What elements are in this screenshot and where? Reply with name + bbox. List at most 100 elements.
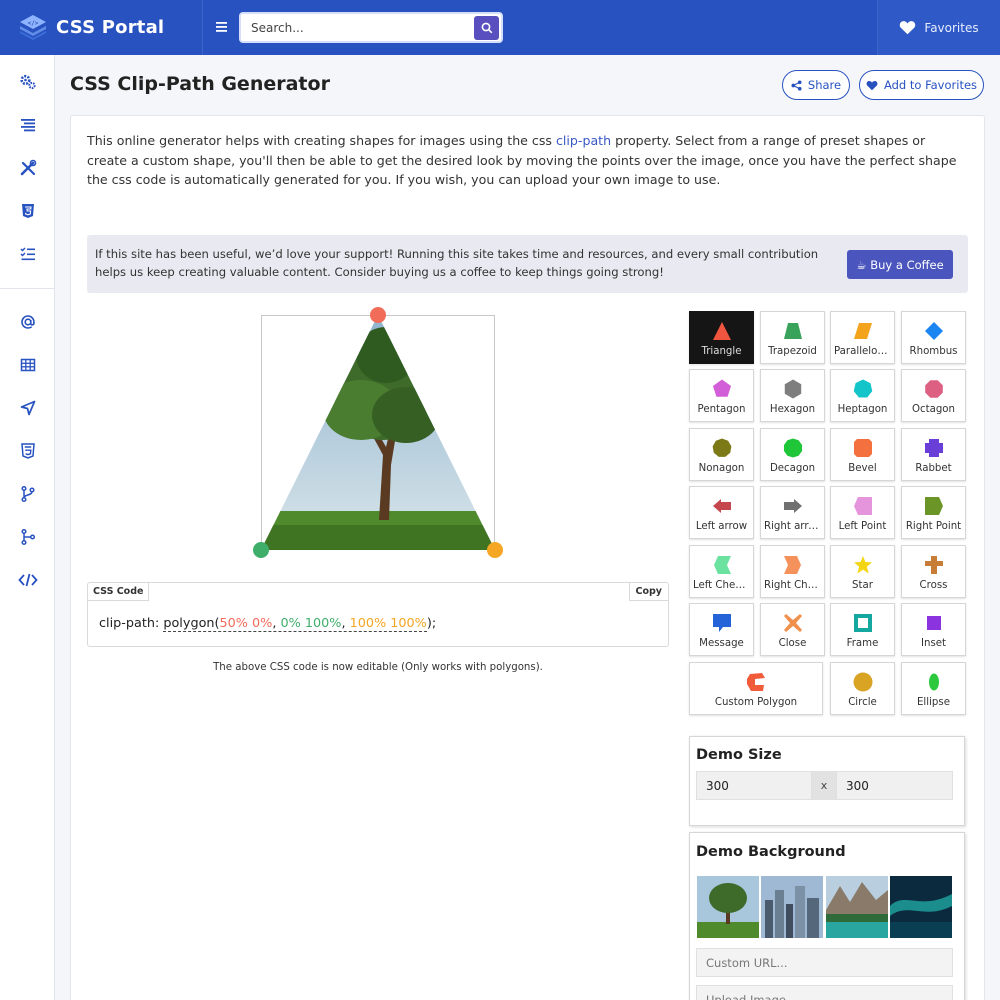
sidebar-item-send[interactable] (0, 389, 55, 427)
heptagon-shape-icon (853, 379, 873, 399)
sidebar-item-align[interactable] (0, 106, 55, 144)
logo[interactable]: </> CSS Portal (18, 13, 164, 41)
sidebar-item-merge[interactable] (0, 518, 55, 556)
demo-size-title: Demo Size (696, 747, 782, 763)
add-to-favorites-button[interactable]: Add to Favorites (859, 70, 984, 100)
shape-label: Frame (846, 638, 879, 649)
shape-message[interactable]: Message (689, 603, 754, 656)
shape-inset[interactable]: Inset (901, 603, 966, 656)
hexagon-shape-icon (783, 379, 803, 399)
send-icon (20, 400, 35, 416)
code-property: clip-path: (99, 616, 164, 631)
shape-rhombus[interactable]: Rhombus (901, 311, 966, 364)
shape-label: Inset (920, 638, 947, 649)
sidebar-item-tools[interactable] (0, 149, 55, 187)
css3-icon (20, 443, 35, 459)
shape-label: Rhombus (909, 346, 958, 357)
shape-star[interactable]: Star (830, 545, 895, 598)
sidebar-item-html[interactable] (0, 192, 55, 230)
shape-right-arrow[interactable]: Right arrow (760, 486, 825, 539)
octagon-shape-icon (924, 379, 944, 399)
shape-label: Hexagon (769, 404, 816, 415)
search-input[interactable] (251, 18, 471, 38)
sidebar-item-checklist[interactable] (0, 235, 55, 273)
search-button[interactable] (474, 16, 499, 40)
size-separator: x (812, 771, 836, 800)
sidebar-item-table[interactable] (0, 346, 55, 384)
bg-thumb-mountain-lake[interactable] (826, 876, 888, 938)
shape-triangle[interactable]: Triangle (689, 311, 754, 364)
bg-thumb-aurora[interactable] (890, 876, 952, 938)
custom-url-input[interactable] (696, 948, 953, 977)
shape-label: Left Point (838, 521, 887, 532)
shape-label: Ellipse (917, 697, 950, 708)
sidebar-item-generators[interactable] (0, 63, 55, 101)
shape-pentagon[interactable]: Pentagon (689, 369, 754, 422)
shape-right-point[interactable]: Right Point (901, 486, 966, 539)
shape-bevel[interactable]: Bevel (830, 428, 895, 481)
shape-label: Cross (919, 580, 948, 591)
code-icon (17, 573, 38, 587)
buy-coffee-button[interactable]: ☕ Buy a Coffee (847, 250, 953, 279)
sidebar-item-at-rules[interactable] (0, 303, 55, 341)
git-branch-icon (20, 485, 35, 503)
shape-octagon[interactable]: Octagon (901, 369, 966, 422)
page-title: CSS Clip-Path Generator (70, 73, 330, 95)
css-code-line[interactable]: clip-path: polygon(50% 0%, 0% 100%, 100%… (99, 616, 436, 632)
right-chevron-shape-icon (783, 555, 803, 575)
shape-right-chevron[interactable]: Right Chevron (760, 545, 825, 598)
bg-thumb-city[interactable] (761, 876, 823, 938)
shape-label: Left Chevron (693, 580, 753, 591)
shape-label: Parallelogram (834, 346, 894, 357)
shape-trapezoid[interactable]: Trapezoid (760, 311, 825, 364)
css-code-tab: CSS Code (88, 583, 150, 601)
favorites-button[interactable]: Favorites (877, 0, 1000, 55)
demo-width-input[interactable] (696, 771, 812, 800)
shape-frame[interactable]: Frame (830, 603, 895, 656)
copy-button[interactable]: Copy (628, 583, 668, 601)
search-icon (481, 22, 492, 34)
right-arrow-shape-icon (783, 496, 803, 516)
shape-left-chevron[interactable]: Left Chevron (689, 545, 754, 598)
share-label: Share (807, 78, 842, 92)
shape-parallelogram[interactable]: Parallelogram (830, 311, 895, 364)
clip-point-2[interactable] (253, 542, 269, 558)
shape-custom-polygon[interactable]: Custom Polygon (689, 662, 823, 715)
favorites-label: Favorites (924, 20, 979, 35)
sidebar-item-branch[interactable] (0, 475, 55, 513)
triangle-shape-icon (712, 321, 732, 341)
sidebar (0, 55, 55, 1000)
shape-hexagon[interactable]: Hexagon (760, 369, 825, 422)
bg-thumb-tree[interactable] (697, 876, 759, 938)
demo-height-input[interactable] (836, 771, 953, 800)
menu-button[interactable] (210, 16, 232, 38)
css-code-box[interactable]: CSS Code Copy clip-path: polygon(50% 0%,… (87, 582, 669, 647)
sidebar-item-css[interactable] (0, 432, 55, 470)
upload-image-input[interactable] (696, 985, 953, 1000)
clip-point-1[interactable] (370, 307, 386, 323)
nonagon-shape-icon (712, 438, 732, 458)
shape-left-point[interactable]: Left Point (830, 486, 895, 539)
sidebar-item-code[interactable] (0, 561, 55, 599)
clip-point-3[interactable] (487, 542, 503, 558)
shape-rabbet[interactable]: Rabbet (901, 428, 966, 481)
shape-cross[interactable]: Cross (901, 545, 966, 598)
shape-circle[interactable]: Circle (830, 662, 895, 715)
shape-left-arrow[interactable]: Left arrow (689, 486, 754, 539)
message-shape-icon (712, 613, 732, 633)
intro-text: This online generator helps with creatin… (87, 131, 967, 190)
support-banner: If this site has been useful, we’d love … (87, 235, 968, 293)
logo-icon: </> (20, 15, 46, 40)
clip-path-link[interactable]: clip-path (556, 133, 611, 148)
inset-shape-icon (924, 613, 944, 633)
shape-close[interactable]: Close (760, 603, 825, 656)
shape-ellipse[interactable]: Ellipse (901, 662, 966, 715)
shape-nonagon[interactable]: Nonagon (689, 428, 754, 481)
code-note: The above CSS code is now editable (Only… (213, 662, 543, 673)
checklist-icon (19, 247, 35, 261)
shape-heptagon[interactable]: Heptagon (830, 369, 895, 422)
circle-shape-icon (853, 672, 873, 692)
share-button[interactable]: Share (782, 70, 850, 100)
shape-label: Circle (848, 697, 877, 708)
shape-decagon[interactable]: Decagon (760, 428, 825, 481)
